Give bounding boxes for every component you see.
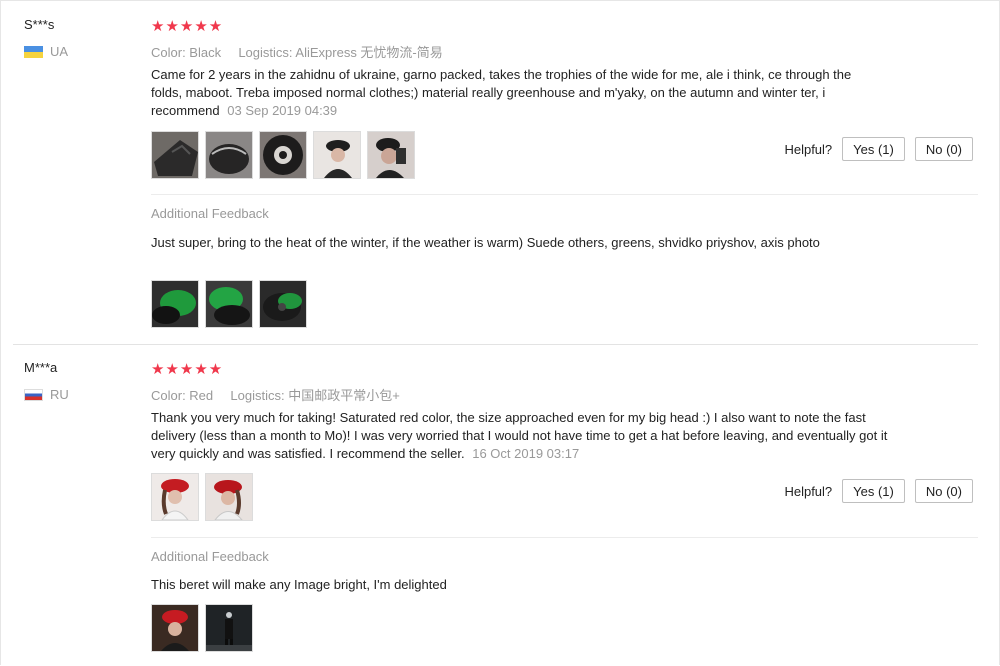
review-text: Came for 2 years in the zahidnu of ukrai… (151, 66, 881, 120)
black-beret-photo (152, 132, 198, 178)
review-photo-thumb[interactable] (313, 131, 361, 179)
helpful-yes-button[interactable]: Yes (1) (842, 479, 905, 503)
divider (151, 537, 978, 538)
green-beret-photo (260, 281, 306, 327)
feedback-photos (151, 280, 307, 328)
review-photo-thumb[interactable] (151, 131, 199, 179)
additional-feedback-text: Just super, bring to the heat of the win… (151, 235, 820, 250)
feedback-photo-thumb[interactable] (205, 604, 253, 652)
red-beret-photo (152, 474, 198, 520)
helpful-no-button[interactable]: No (0) (914, 137, 973, 161)
reviewer-country: UA (24, 44, 68, 59)
ukraine-flag-icon (24, 45, 43, 58)
helpful-yes-button[interactable]: Yes (1) (842, 137, 905, 161)
country-code: UA (50, 44, 69, 59)
helpful-vote: Helpful? Yes (1) No (0) (784, 137, 973, 161)
logistics-option: Logistics: AliExpress 无忧物流-简易 (238, 45, 443, 60)
feedback-photo-thumb[interactable] (151, 280, 199, 328)
star-rating: ★★★★★ (151, 361, 224, 378)
black-beret-photo (260, 132, 306, 178)
red-beret-photo (206, 474, 252, 520)
review-photo-thumb[interactable] (205, 131, 253, 179)
review-text: Thank you very much for taking! Saturate… (151, 409, 891, 463)
country-code: RU (50, 387, 69, 402)
black-beret-photo (206, 132, 252, 178)
reviews-panel: S***s UA ★★★★★ Color: Black Logistics: A… (0, 0, 1000, 665)
review-divider (13, 344, 978, 345)
reviewer-name: S***s (24, 17, 55, 32)
red-beret-photo (152, 605, 198, 651)
review-photo-thumb[interactable] (367, 131, 415, 179)
helpful-vote: Helpful? Yes (1) No (0) (784, 479, 973, 503)
logistics-option: Logistics: 中国邮政平常小包+ (230, 388, 400, 403)
feedback-photo-thumb[interactable] (259, 280, 307, 328)
woman-in-beret-photo (314, 132, 360, 178)
review-date: 16 Oct 2019 03:17 (472, 446, 580, 461)
review-photos (151, 473, 253, 521)
reviewer-name: M***a (24, 360, 58, 375)
review-photo-thumb[interactable] (259, 131, 307, 179)
feedback-photo-thumb[interactable] (205, 280, 253, 328)
helpful-label: Helpful? (784, 141, 833, 157)
green-beret-photo (152, 281, 198, 327)
reviewer-country: RU (24, 387, 69, 402)
additional-feedback-title: Additional Feedback (151, 206, 269, 221)
color-option: Color: Black (151, 45, 222, 60)
night-street-photo (206, 605, 252, 651)
review-meta: Color: Black Logistics: AliExpress 无忧物流-… (151, 42, 443, 61)
helpful-no-button[interactable]: No (0) (914, 479, 973, 503)
color-option: Color: Red (151, 388, 214, 403)
review-photos (151, 131, 415, 179)
review-photo-thumb[interactable] (151, 473, 199, 521)
additional-feedback-title: Additional Feedback (151, 549, 269, 564)
woman-in-beret-photo (368, 132, 414, 178)
helpful-label: Helpful? (784, 483, 833, 499)
star-rating: ★★★★★ (151, 18, 224, 35)
green-beret-photo (206, 281, 252, 327)
review-meta: Color: Red Logistics: 中国邮政平常小包+ (151, 385, 400, 404)
review-photo-thumb[interactable] (205, 473, 253, 521)
additional-feedback-text: This beret will make any Image bright, I… (151, 577, 447, 592)
review-date: 03 Sep 2019 04:39 (227, 103, 338, 118)
russia-flag-icon (24, 388, 43, 401)
feedback-photos (151, 604, 253, 652)
divider (151, 194, 978, 195)
feedback-photo-thumb[interactable] (151, 604, 199, 652)
